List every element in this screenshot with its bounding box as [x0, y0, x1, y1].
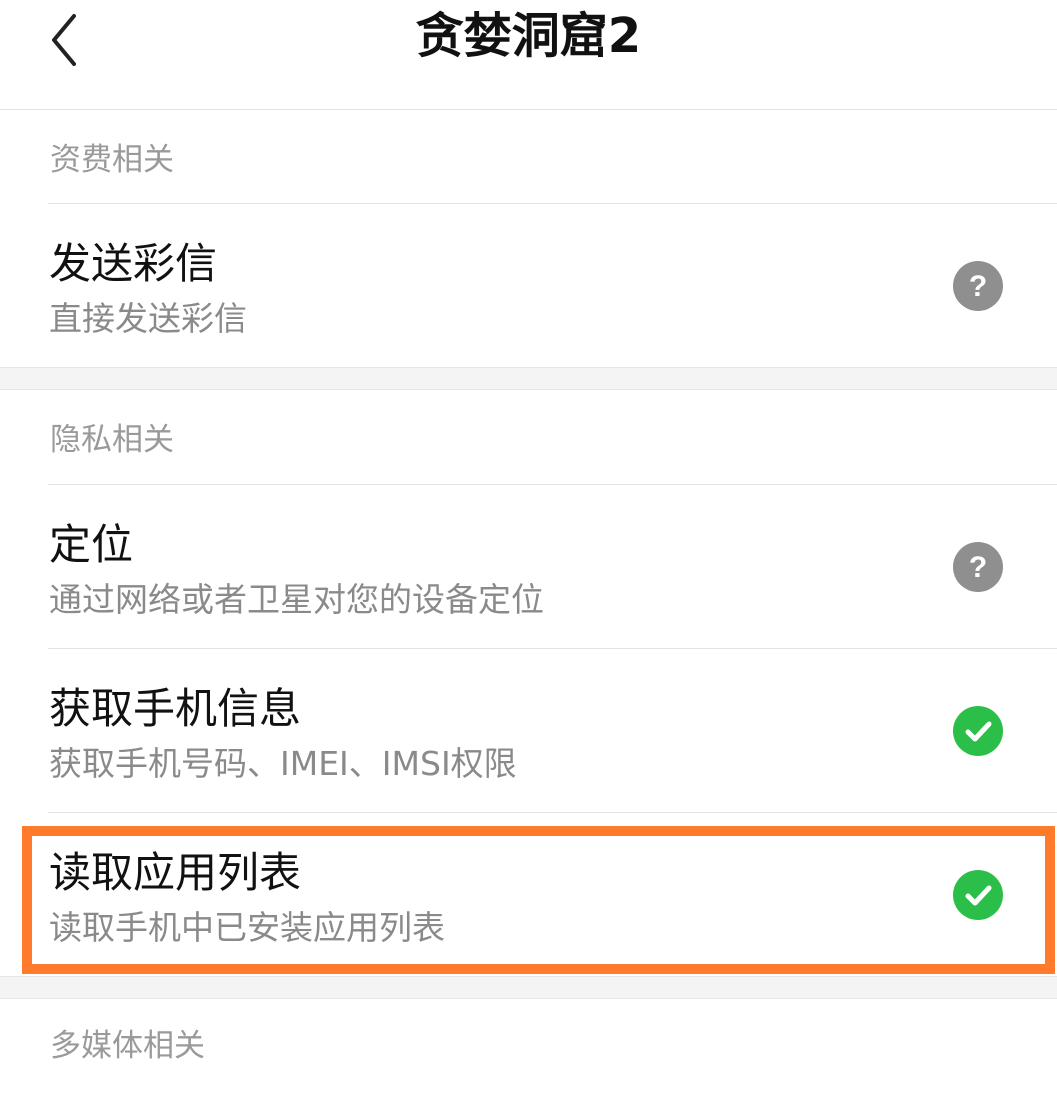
permission-title: 读取应用列表	[49, 848, 302, 897]
section-label: 资费相关	[50, 142, 174, 178]
permission-row-location[interactable]: 定位 通过网络或者卫星对您的设备定位 ?	[0, 485, 1057, 648]
permission-title: 发送彩信	[49, 239, 218, 288]
page-title: 贪婪洞窟2	[415, 8, 642, 64]
nav-bar: 贪婪洞窟2	[0, 0, 1057, 110]
permission-description: 获取手机号码、IMEI、IMSI权限	[49, 744, 517, 783]
section-header-privacy: 隐私相关	[0, 390, 1057, 484]
section-header-billing: 资费相关	[0, 110, 1057, 204]
permission-row-phone-info[interactable]: 获取手机信息 获取手机号码、IMEI、IMSI权限	[0, 649, 1057, 812]
section-header-multimedia: 多媒体相关	[0, 999, 1057, 1093]
section-gap	[0, 976, 1057, 999]
help-question-icon[interactable]: ?	[953, 542, 1003, 592]
permission-description: 读取手机中已安装应用列表	[49, 908, 445, 947]
permission-description: 直接发送彩信	[49, 299, 247, 338]
section-gap	[0, 367, 1057, 390]
permission-row-app-list[interactable]: 读取应用列表 读取手机中已安装应用列表	[0, 813, 1057, 976]
svg-text:?: ?	[969, 551, 987, 584]
checkmark-icon[interactable]	[953, 706, 1003, 756]
permission-title: 获取手机信息	[49, 684, 302, 733]
checkmark-icon[interactable]	[953, 870, 1003, 920]
permission-title: 定位	[49, 520, 134, 569]
permission-description: 通过网络或者卫星对您的设备定位	[49, 580, 544, 619]
help-question-icon[interactable]: ?	[953, 261, 1003, 311]
section-label: 隐私相关	[50, 422, 174, 458]
permission-row-send-mms[interactable]: 发送彩信 直接发送彩信 ?	[0, 204, 1057, 367]
section-label: 多媒体相关	[50, 1028, 205, 1064]
svg-text:?: ?	[969, 270, 987, 303]
